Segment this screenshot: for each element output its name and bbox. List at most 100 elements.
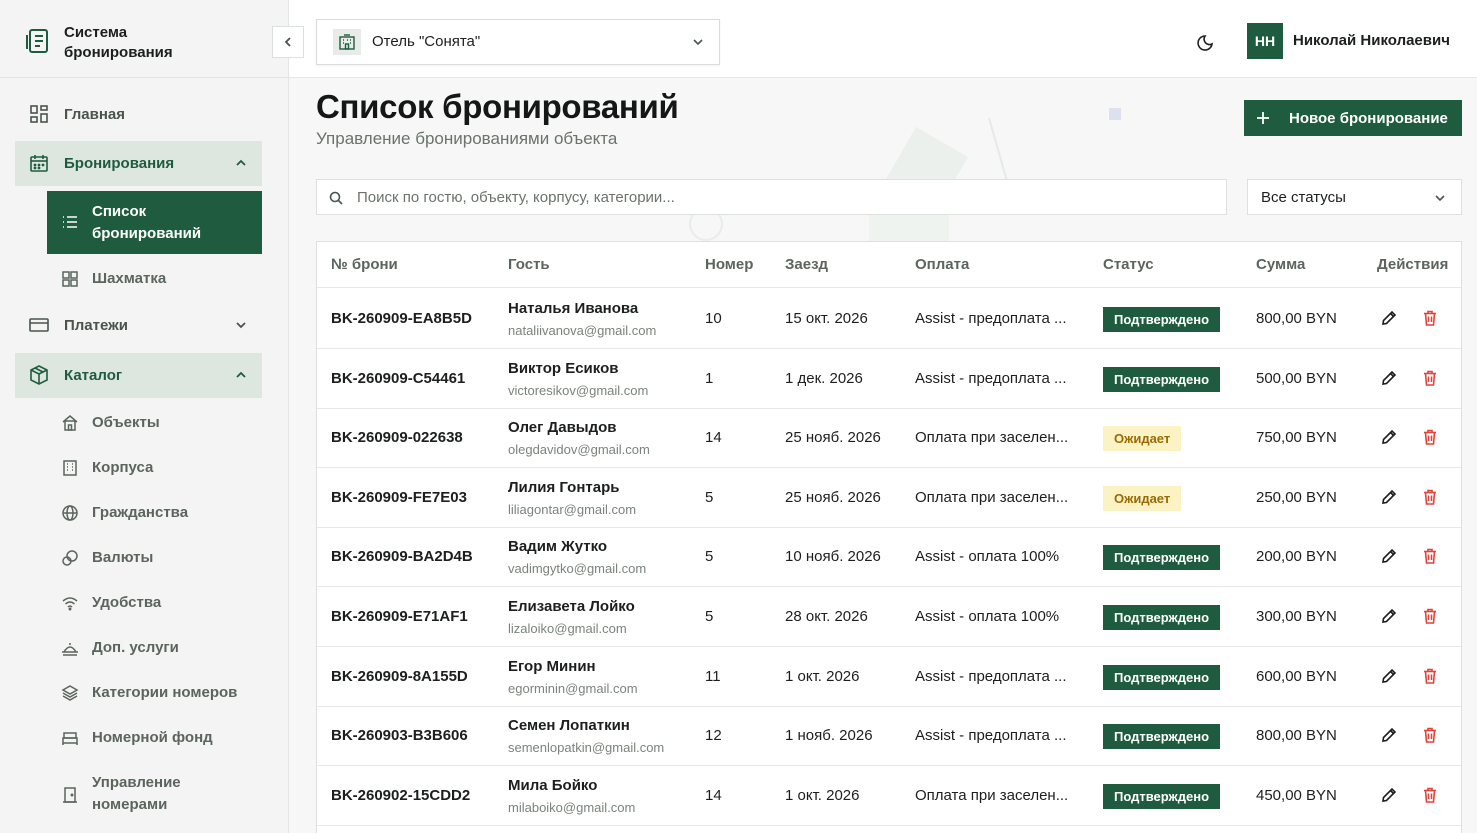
table-row[interactable]: BK-260903-B3B606 Семен Лопаткин semenlopat…	[317, 706, 1461, 767]
booking-id[interactable]: BK-260909-C54461	[331, 370, 465, 387]
edit-pencil-icon[interactable]	[1380, 369, 1398, 387]
booking-sum: 800,00 BYN	[1256, 310, 1337, 327]
booking-id[interactable]: BK-260909-8A155D	[331, 668, 468, 685]
delete-trash-icon[interactable]	[1421, 488, 1439, 506]
theme-toggle-moon-icon[interactable]	[1197, 32, 1217, 52]
hotel-select[interactable]: Отель "Сонята"	[316, 19, 720, 65]
sidebar-item-amenities[interactable]: Удобства	[47, 590, 262, 616]
edit-pencil-icon[interactable]	[1380, 547, 1398, 565]
checkin-date: 1 дек. 2026	[785, 369, 863, 387]
sidebar-item-bookings[interactable]: Бронирования	[15, 141, 262, 186]
checkin-date: 1 нояб. 2026	[785, 727, 873, 745]
payment-method: Оплата при заселен...	[915, 488, 1069, 506]
edit-pencil-icon[interactable]	[1380, 488, 1398, 506]
sidebar-item-extra-services[interactable]: Доп. услуги	[47, 635, 262, 661]
delete-trash-icon[interactable]	[1421, 369, 1439, 387]
checkin-date: 10 нояб. 2026	[785, 548, 881, 566]
booking-id[interactable]: BK-260909-EA8B5D	[331, 310, 472, 327]
table-row[interactable]: BK-260902-15CDD2 Мила Бойко milaboiko@gmai…	[317, 766, 1461, 826]
sidebar-item-chess[interactable]: Шахматка	[47, 266, 262, 292]
column-header[interactable]: Статус	[1103, 256, 1154, 273]
booking-id[interactable]: BK-260909-022638	[331, 429, 463, 446]
table-row[interactable]: BK-260909-8A155D Егор Минин egorminin@gmai…	[317, 647, 1461, 707]
column-header[interactable]: Заезд	[785, 256, 828, 273]
sidebar-item-label: Номерной фонд	[92, 729, 213, 746]
table-row[interactable]: BK-260909-EA8B5D Наталья Иванова nataliiva…	[317, 289, 1461, 349]
status-badge: Ожидает	[1103, 485, 1182, 511]
status-filter-select[interactable]: Все статусы	[1247, 179, 1462, 215]
delete-trash-icon[interactable]	[1421, 786, 1439, 804]
delete-trash-icon[interactable]	[1421, 309, 1439, 327]
service-icon	[62, 643, 78, 656]
user-name[interactable]: Николай Николаевич	[1293, 32, 1450, 49]
booking-sum: 500,00 BYN	[1256, 369, 1337, 387]
table-row[interactable]: BK-260909-022638 Олег Давыдов olegdavidov@…	[317, 408, 1461, 469]
chevron-up-icon	[236, 371, 246, 378]
status-badge: Подтверждено	[1103, 605, 1221, 630]
booking-id[interactable]: BK-260909-BA2D4B	[331, 548, 473, 565]
card-icon	[29, 318, 49, 332]
booking-id[interactable]: BK-260902-15CDD2	[331, 787, 470, 804]
new-booking-button[interactable]: Новое бронирование	[1244, 100, 1462, 136]
room-number: 14	[705, 429, 722, 447]
payment-method: Assist - предоплата ...	[915, 667, 1067, 685]
column-header[interactable]: Оплата	[915, 256, 969, 273]
delete-trash-icon[interactable]	[1421, 667, 1439, 685]
sidebar-item-buildings[interactable]: Корпуса	[47, 455, 262, 481]
booking-id[interactable]: BK-260903-B3B606	[331, 727, 468, 744]
sidebar-item-label: Доп. услуги	[92, 639, 179, 656]
table-row[interactable]: BK-260909-E71AF1 Елизавета Лойко lizaloiko…	[317, 587, 1461, 647]
sidebar-item-label: Категории номеров	[92, 684, 238, 701]
edit-pencil-icon[interactable]	[1380, 786, 1398, 804]
collapse-sidebar-button[interactable]	[272, 26, 304, 58]
search-input[interactable]	[357, 180, 1217, 214]
edit-pencil-icon[interactable]	[1380, 428, 1398, 446]
edit-pencil-icon[interactable]	[1380, 309, 1398, 327]
delete-trash-icon[interactable]	[1421, 607, 1439, 625]
room-number: 5	[705, 548, 714, 566]
sidebar-item-label: Список бронирований	[92, 202, 202, 242]
booking-id[interactable]: BK-260909-FE7E03	[331, 489, 467, 506]
sidebar: Система бронирования Главная Бронировани…	[0, 0, 289, 833]
guest-name: Семен Лопаткин	[508, 717, 630, 735]
avatar[interactable]: НН	[1247, 23, 1283, 59]
sidebar-item-currencies[interactable]: Валюты	[47, 545, 262, 571]
column-header[interactable]: Гость	[508, 256, 550, 273]
coins-icon	[62, 550, 78, 566]
booking-id[interactable]: BK-260909-E71AF1	[331, 608, 468, 625]
guest-name: Мила Бойко	[508, 776, 598, 794]
column-header[interactable]: Номер	[705, 256, 753, 273]
edit-pencil-icon[interactable]	[1380, 726, 1398, 744]
column-header[interactable]: Сумма	[1256, 256, 1305, 273]
sidebar-item-label: Корпуса	[92, 459, 154, 476]
list-icon	[63, 216, 77, 228]
delete-trash-icon[interactable]	[1421, 726, 1439, 744]
column-header[interactable]: № брони	[331, 256, 398, 273]
status-badge: Ожидает	[1103, 426, 1182, 452]
table-row[interactable]: BK-260909-C54461 Виктор Есиков victoresiko…	[317, 349, 1461, 409]
delete-trash-icon[interactable]	[1421, 428, 1439, 446]
sidebar-item-room-categories[interactable]: Категории номеров	[47, 680, 262, 706]
sidebar-item-objects[interactable]: Объекты	[47, 410, 262, 436]
table-row[interactable]: BK-260909-FE7E03 Лилия Гонтарь liliagontar…	[317, 468, 1461, 528]
guest-email: nataliivanova@gmail.com	[508, 323, 657, 338]
chevron-down-icon	[236, 322, 246, 329]
sidebar-item-catalog[interactable]: Каталог	[15, 353, 262, 398]
delete-trash-icon[interactable]	[1421, 547, 1439, 565]
sidebar-item-citizenships[interactable]: Гражданства	[47, 500, 262, 526]
sidebar-item-room-management[interactable]: Управление номерами	[47, 770, 262, 818]
door-icon	[63, 787, 77, 803]
brand[interactable]: Система бронирования	[0, 0, 289, 78]
edit-pencil-icon[interactable]	[1380, 607, 1398, 625]
sidebar-item-payments[interactable]: Платежи	[15, 303, 262, 348]
sidebar-item-home[interactable]: Главная	[15, 92, 262, 137]
status-filter-value: Все статусы	[1261, 189, 1346, 206]
checkin-date: 28 окт. 2026	[785, 608, 868, 625]
sidebar-item-booking-list[interactable]: Список бронирований	[47, 191, 262, 254]
sidebar-item-room-stock[interactable]: Номерной фонд	[47, 725, 262, 751]
guest-name: Олег Давыдов	[508, 419, 617, 437]
edit-pencil-icon[interactable]	[1380, 667, 1398, 685]
building-icon	[63, 460, 77, 476]
search-box[interactable]	[316, 179, 1227, 215]
table-row[interactable]: BK-260909-BA2D4B Вадим Жутко vadimgytko@gm…	[317, 527, 1461, 588]
